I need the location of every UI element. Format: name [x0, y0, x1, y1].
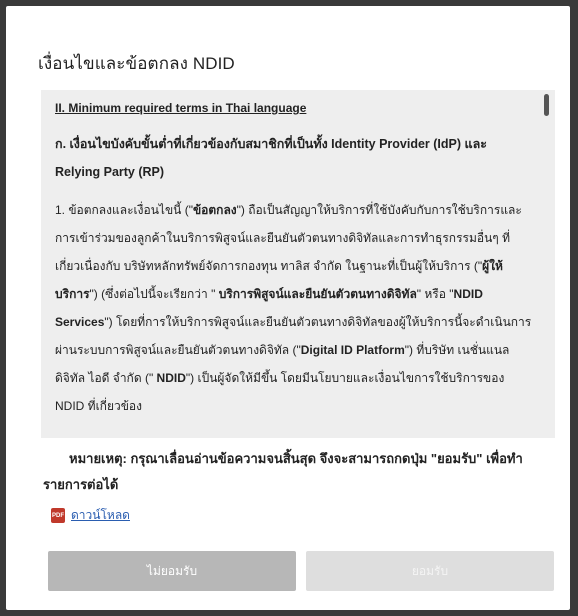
modal-title: เงื่อนไขและข้อตกลง NDID — [38, 54, 235, 73]
terms-scrollbar-thumb[interactable] — [544, 94, 549, 116]
scroll-notice-line-2: รายการต่อได้ — [43, 477, 119, 492]
reject-button[interactable]: ไม่ยอมรับ — [48, 551, 296, 591]
accept-button[interactable]: ยอมรับ — [306, 551, 554, 591]
terms-bold-term: Digital ID Platform — [300, 343, 405, 357]
download-link[interactable]: ดาวน์โหลด — [71, 506, 130, 525]
ndid-terms-modal: เงื่อนไขและข้อตกลง NDID II. Minimum requ… — [6, 6, 570, 610]
pdf-file-icon: PDF — [51, 508, 65, 523]
download-row: PDF ดาวน์โหลด — [51, 506, 130, 525]
terms-bold-term: บริการพิสูจน์และยืนยันตัวตนทางดิจิทัล — [218, 287, 417, 301]
terms-paragraph-1: 1. ข้อตกลงและเงื่อนไขนี้ ("ข้อตกลง") ถือ… — [55, 196, 535, 420]
terms-bold-term: ข้อตกลง — [192, 203, 237, 217]
terms-bold-term: NDID — [156, 371, 186, 385]
scroll-notice-line-1: หมายเหตุ: กรุณาเลื่อนอ่านข้อความจนสิ้นสุ… — [69, 451, 523, 466]
terms-text: 1. ข้อตกลงและเงื่อนไขนี้ (" — [55, 203, 193, 217]
terms-text: ") (ซึ่งต่อไปนี้จะเรียกว่า " — [89, 287, 219, 301]
terms-text: " หรือ " — [416, 287, 454, 301]
terms-content: II. Minimum required terms in Thai langu… — [55, 98, 535, 420]
terms-scroll-area[interactable]: II. Minimum required terms in Thai langu… — [41, 90, 555, 438]
scroll-notice: หมายเหตุ: กรุณาเลื่อนอ่านข้อความจนสิ้นสุ… — [43, 446, 543, 498]
terms-heading: II. Minimum required terms in Thai langu… — [55, 101, 307, 115]
terms-subheading: ก. เงื่อนไขบังคับขั้นต่ำที่เกี่ยวข้องกับ… — [55, 137, 487, 179]
